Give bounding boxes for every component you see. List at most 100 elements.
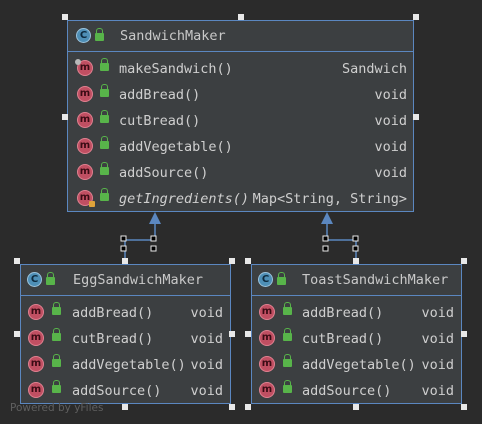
lock-icon — [95, 28, 104, 41]
selection-handle[interactable] — [353, 404, 359, 410]
method-row[interactable]: m addVegetable() void — [252, 352, 461, 378]
lock-icon — [283, 354, 292, 367]
selection-handle[interactable] — [122, 258, 128, 264]
method-name: cutBread() — [119, 113, 201, 129]
powered-by-label: Powered by yFiles — [10, 402, 104, 414]
method-name: addSource() — [72, 383, 162, 399]
method-row[interactable]: m addVegetable() void — [68, 134, 413, 160]
method-name: addBread() — [302, 305, 384, 321]
method-return-type: void — [421, 357, 454, 373]
method-return-type: Sandwich — [341, 61, 407, 77]
selection-handle[interactable] — [245, 404, 251, 410]
method-return-type: void — [374, 113, 407, 129]
lock-icon — [100, 84, 109, 97]
method-name: addSource() — [119, 165, 209, 181]
method-name: cutBread() — [302, 331, 384, 347]
method-return-type: void — [421, 383, 454, 399]
method-icon: m — [28, 304, 44, 320]
lock-icon — [283, 328, 292, 341]
selection-handle[interactable] — [245, 258, 251, 264]
method-icon: m — [75, 59, 93, 76]
method-row[interactable]: m addBread() void — [252, 300, 461, 326]
selection-handle[interactable] — [461, 331, 467, 337]
selection-handle[interactable] — [238, 14, 244, 20]
selection-handle[interactable] — [122, 404, 128, 410]
selection-handle[interactable] — [413, 114, 419, 120]
method-row[interactable]: m addSource() void — [21, 378, 230, 404]
method-return-type: Map<String, String> — [252, 191, 407, 207]
method-row[interactable]: m cutBread() void — [21, 326, 230, 352]
method-row[interactable]: m getIngredients() Map<String, String> — [68, 186, 413, 212]
method-icon: m — [28, 330, 44, 346]
selection-handle[interactable] — [353, 258, 359, 264]
class-name: EggSandwichMaker — [73, 272, 204, 288]
abstract-method-icon: m — [77, 190, 95, 207]
selection-handle[interactable] — [229, 258, 235, 264]
lock-icon — [52, 380, 61, 393]
method-row[interactable]: m makeSandwich() Sandwich — [68, 56, 413, 82]
method-row[interactable]: m addSource() void — [68, 160, 413, 186]
edge-bend-handle — [322, 235, 329, 242]
method-return-type: void — [190, 331, 223, 347]
selection-handle[interactable] — [461, 258, 467, 264]
method-return-type: void — [190, 305, 223, 321]
selection-handle[interactable] — [229, 331, 235, 337]
method-name: addBread() — [72, 305, 154, 321]
method-name: getIngredients() — [119, 191, 250, 207]
edge-bend-handle — [322, 245, 329, 252]
edge-bend-handle — [120, 245, 127, 252]
method-return-type: void — [374, 165, 407, 181]
method-return-type: void — [190, 383, 223, 399]
class-header: C SandwichMaker — [68, 21, 413, 52]
lock-icon — [100, 162, 109, 175]
method-return-type: void — [421, 331, 454, 347]
edge-bend-handle — [150, 245, 157, 252]
method-return-type: void — [421, 305, 454, 321]
method-icon: m — [259, 382, 275, 398]
edge-bend-handle — [352, 235, 359, 242]
lock-icon — [283, 302, 292, 315]
lock-icon — [100, 188, 109, 201]
method-name: addVegetable() — [119, 139, 233, 155]
method-row[interactable]: m addSource() void — [252, 378, 461, 404]
class-icon: C — [76, 28, 91, 43]
method-row[interactable]: m addBread() void — [68, 82, 413, 108]
method-row[interactable]: m addVegetable() void — [21, 352, 230, 378]
lock-icon — [100, 136, 109, 149]
lock-icon — [100, 58, 109, 71]
method-row[interactable]: m addBread() void — [21, 300, 230, 326]
selection-handle[interactable] — [245, 331, 251, 337]
method-icon: m — [28, 382, 44, 398]
method-icon: m — [259, 330, 275, 346]
selection-handle[interactable] — [14, 258, 20, 264]
edge-bend-handle — [150, 235, 157, 242]
class-node-sandwich-maker[interactable]: C SandwichMaker m makeSandwich() Sandwic… — [67, 20, 414, 212]
method-return-type: void — [374, 139, 407, 155]
method-return-type: void — [374, 87, 407, 103]
selection-handle[interactable] — [229, 404, 235, 410]
method-row[interactable]: m cutBread() void — [252, 326, 461, 352]
selection-handle[interactable] — [413, 14, 419, 20]
selection-handle[interactable] — [62, 114, 68, 120]
method-icon: m — [77, 112, 93, 128]
lock-icon — [52, 328, 61, 341]
class-node-egg-sandwich-maker[interactable]: C EggSandwichMaker m addBread() void m c… — [20, 264, 231, 404]
lock-icon — [100, 110, 109, 123]
selection-handle[interactable] — [14, 331, 20, 337]
method-name: addBread() — [119, 87, 201, 103]
method-icon: m — [77, 86, 93, 102]
selection-handle[interactable] — [62, 14, 68, 20]
method-icon: m — [28, 356, 44, 372]
method-row[interactable]: m cutBread() void — [68, 108, 413, 134]
method-icon: m — [77, 138, 93, 154]
method-icon: m — [259, 304, 275, 320]
inheritance-arrowhead — [321, 212, 333, 224]
method-icon: m — [259, 356, 275, 372]
selection-handle[interactable] — [461, 404, 467, 410]
method-icon: m — [77, 164, 93, 180]
class-node-toast-sandwich-maker[interactable]: C ToastSandwichMaker m addBread() void m… — [251, 264, 462, 404]
class-header: C EggSandwichMaker — [21, 265, 230, 296]
class-header: C ToastSandwichMaker — [252, 265, 461, 296]
edge-bend-handle — [352, 245, 359, 252]
method-name: addVegetable() — [302, 357, 416, 373]
